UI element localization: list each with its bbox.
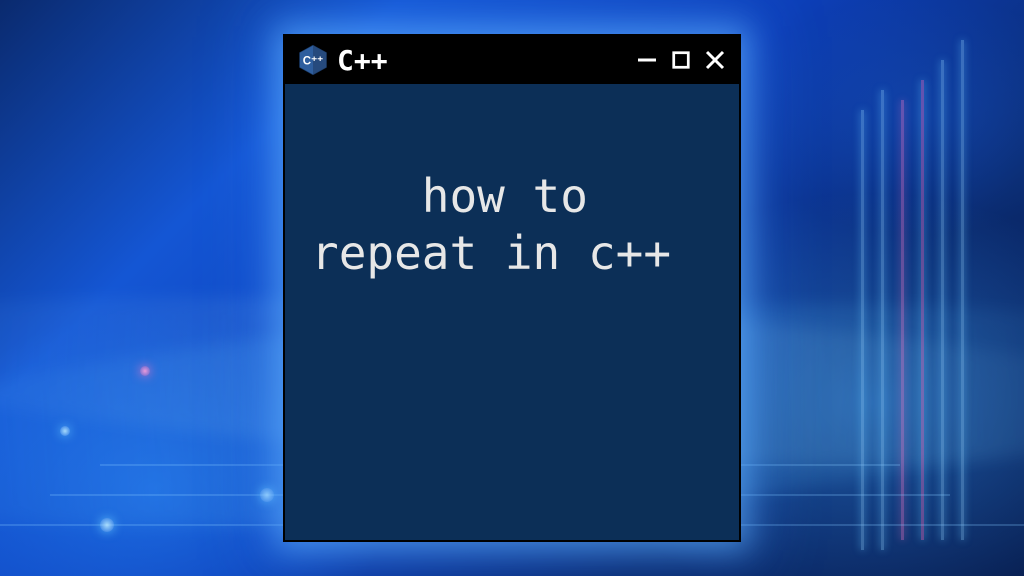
minimize-button[interactable] <box>635 48 659 72</box>
svg-text:C⁺⁺: C⁺⁺ <box>303 55 323 67</box>
close-button[interactable] <box>703 48 727 72</box>
terminal-window: C⁺⁺ C++ how to repeat in c++ <box>283 34 741 542</box>
cpp-hex-icon: C⁺⁺ <box>297 44 329 76</box>
window-controls <box>635 48 727 72</box>
content-text: how to repeat in c++ <box>311 169 671 281</box>
titlebar[interactable]: C⁺⁺ C++ <box>285 36 739 84</box>
window-title: C++ <box>337 44 388 77</box>
maximize-button[interactable] <box>669 48 693 72</box>
terminal-content: how to repeat in c++ <box>285 84 739 540</box>
